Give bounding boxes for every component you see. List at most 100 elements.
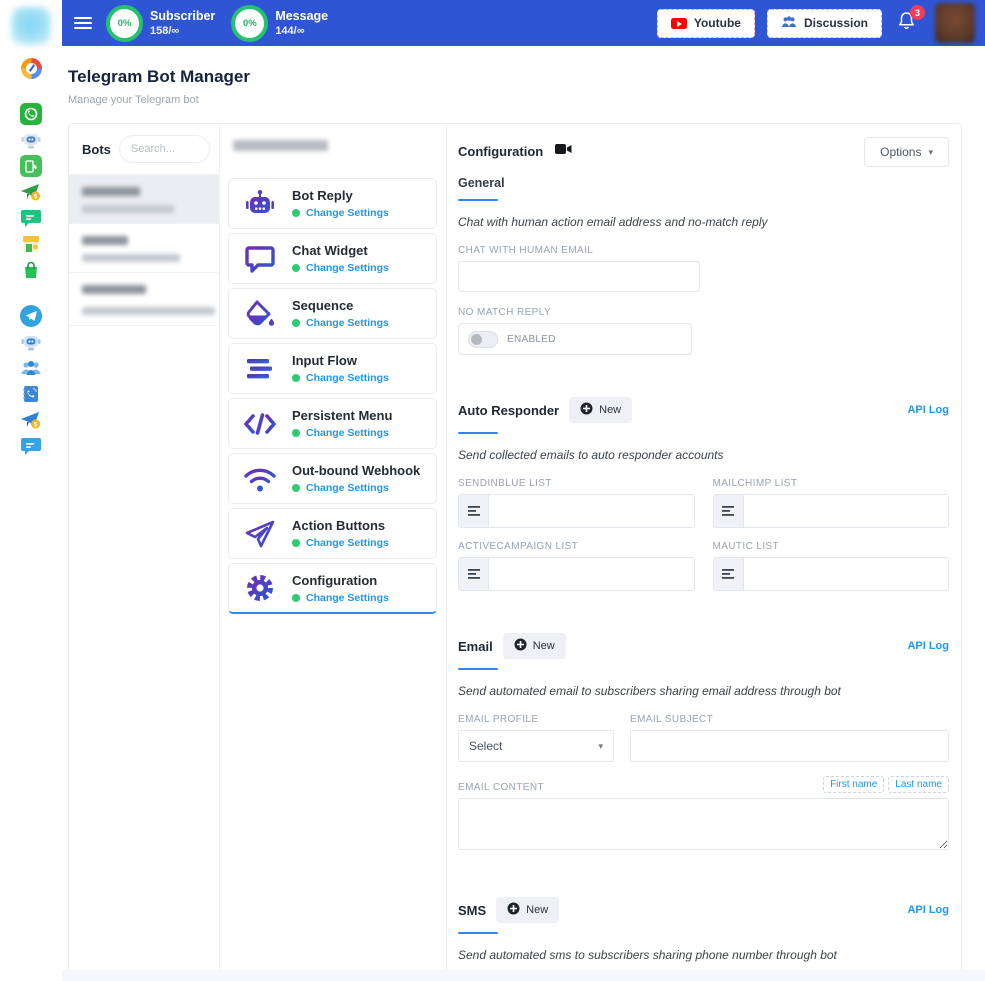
activecampaign-list-label: ACTIVECAMPAIGN LIST xyxy=(458,541,695,552)
auto-responder-description: Send collected emails to auto responder … xyxy=(458,448,949,462)
mailchimp-list-input[interactable] xyxy=(744,495,949,527)
change-settings-link[interactable]: Change Settings xyxy=(306,427,389,439)
menu-item-label: Persistent Menu xyxy=(292,408,392,423)
email-content-label: EMAIL CONTENT xyxy=(458,782,544,793)
options-button[interactable]: Options ▾ xyxy=(864,137,949,167)
change-settings-link[interactable]: Change Settings xyxy=(306,372,389,384)
mautic-list-input[interactable] xyxy=(744,558,949,590)
menu-card-outbound-webhook[interactable]: Out-bound Webhook Change Settings xyxy=(228,453,437,504)
menu-item-label: Sequence xyxy=(292,298,389,313)
telegram-icon[interactable] xyxy=(19,304,43,328)
general-section: General Chat with human action email add… xyxy=(458,176,949,355)
notification-bell-icon[interactable]: 3 xyxy=(898,11,915,35)
list-lines-icon xyxy=(714,495,744,527)
bot-name-redacted xyxy=(82,236,128,245)
page-subtitle: Manage your Telegram bot xyxy=(68,94,962,106)
change-settings-link[interactable]: Change Settings xyxy=(306,317,389,329)
whatsapp-bot-icon[interactable] xyxy=(19,128,43,152)
youtube-button[interactable]: Youtube xyxy=(657,9,755,38)
bot-list-item[interactable] xyxy=(69,174,219,223)
whatsapp-catalog-icon[interactable] xyxy=(19,154,43,178)
plus-circle-icon xyxy=(580,402,593,418)
bot-search-input[interactable] xyxy=(119,135,210,163)
email-content-textarea[interactable] xyxy=(458,798,949,850)
menu-card-persistent-menu[interactable]: Persistent Menu Change Settings xyxy=(228,398,437,449)
shopping-bag-icon[interactable] xyxy=(19,258,43,282)
email-api-log-link[interactable]: API Log xyxy=(907,640,949,652)
change-settings-link[interactable]: Change Settings xyxy=(306,482,389,494)
subscribers-group-icon[interactable] xyxy=(19,356,43,380)
enabled-toggle[interactable] xyxy=(468,331,498,348)
change-settings-link[interactable]: Change Settings xyxy=(306,207,389,219)
auto-responder-new-button[interactable]: New xyxy=(569,397,632,423)
discussion-button[interactable]: Discussion xyxy=(767,9,882,38)
telegram-chat-bubble-icon[interactable] xyxy=(19,434,43,458)
new-button-label: New xyxy=(533,640,555,652)
new-button-label: New xyxy=(599,404,621,416)
menu-card-sequence[interactable]: Sequence Change Settings xyxy=(228,288,437,339)
menu-item-label: Configuration xyxy=(292,573,389,588)
status-dot xyxy=(292,209,300,217)
sms-description: Send automated sms to subscribers sharin… xyxy=(458,948,949,962)
whatsapp-chat-bubble-icon[interactable] xyxy=(19,206,43,230)
enabled-toggle-label: ENABLED xyxy=(507,334,556,345)
chat-with-human-email-label: CHAT WITH HUMAN EMAIL xyxy=(458,245,949,256)
auto-responder-api-log-link[interactable]: API Log xyxy=(907,404,949,416)
tab-active-indicator xyxy=(458,432,498,434)
telegram-broadcast-coin-icon[interactable]: $ xyxy=(19,408,43,432)
menu-toggle-icon[interactable] xyxy=(74,17,92,29)
subscriber-stat-count: 158/∞ xyxy=(150,25,215,37)
email-profile-select[interactable]: Select ▾ xyxy=(458,730,614,762)
list-lines-icon xyxy=(459,495,489,527)
bot-menu-panel: Bot Reply Change Settings Chat Widget Ch… xyxy=(220,124,447,978)
sms-api-log-link[interactable]: API Log xyxy=(907,904,949,916)
menu-header-redacted xyxy=(233,140,328,151)
sms-new-button[interactable]: New xyxy=(496,897,559,923)
whatsapp-icon[interactable] xyxy=(19,102,43,126)
auto-responder-title: Auto Responder xyxy=(458,403,559,418)
telegram-bot-icon[interactable] xyxy=(19,330,43,354)
status-dot xyxy=(292,539,300,547)
paper-plane-icon xyxy=(242,516,278,552)
auto-responder-section: Auto Responder New API Log Send collecte… xyxy=(458,397,949,591)
menu-card-configuration[interactable]: Configuration Change Settings xyxy=(228,563,437,614)
menu-item-label: Chat Widget xyxy=(292,243,389,258)
first-name-chip[interactable]: First name xyxy=(823,776,884,793)
email-subject-input[interactable] xyxy=(630,730,949,762)
new-button-label: New xyxy=(526,904,548,916)
subscriber-progress-ring: 0% xyxy=(106,5,143,42)
email-new-button[interactable]: New xyxy=(503,633,566,659)
user-avatar[interactable] xyxy=(935,3,975,43)
contacts-book-icon[interactable] xyxy=(19,382,43,406)
svg-text:$: $ xyxy=(34,194,38,201)
notification-badge: 3 xyxy=(910,5,925,20)
video-camera-icon[interactable] xyxy=(555,142,572,160)
menu-card-chat-widget[interactable]: Chat Widget Change Settings xyxy=(228,233,437,284)
bot-list-item[interactable] xyxy=(69,272,219,326)
change-settings-link[interactable]: Change Settings xyxy=(306,262,389,274)
menu-item-label: Out-bound Webhook xyxy=(292,463,420,478)
general-tab[interactable]: General xyxy=(458,176,949,190)
last-name-chip[interactable]: Last name xyxy=(888,776,949,793)
change-settings-link[interactable]: Change Settings xyxy=(306,537,389,549)
menu-card-bot-reply[interactable]: Bot Reply Change Settings xyxy=(228,178,437,229)
change-settings-link[interactable]: Change Settings xyxy=(306,592,389,604)
bot-list-item[interactable] xyxy=(69,223,219,272)
menu-card-input-flow[interactable]: Input Flow Change Settings xyxy=(228,343,437,394)
whatsapp-store-icon[interactable] xyxy=(19,232,43,256)
status-dot xyxy=(292,594,300,602)
robot-icon xyxy=(242,186,278,222)
sendinblue-list-input[interactable] xyxy=(489,495,694,527)
email-section: Email New API Log Send automated email t… xyxy=(458,633,949,855)
message-stat: 0% Message 144/∞ xyxy=(231,5,328,42)
activecampaign-list-input[interactable] xyxy=(489,558,694,590)
app-logo[interactable] xyxy=(11,7,51,45)
menu-card-action-buttons[interactable]: Action Buttons Change Settings xyxy=(228,508,437,559)
plus-circle-icon xyxy=(507,902,520,918)
bot-name-redacted xyxy=(82,187,140,196)
whatsapp-broadcast-coin-icon[interactable]: $ xyxy=(19,180,43,204)
subscriber-stat-label: Subscriber xyxy=(150,9,215,25)
chat-with-human-email-input[interactable] xyxy=(458,261,700,292)
dashboard-gauge-icon[interactable] xyxy=(19,56,43,80)
users-icon xyxy=(781,16,797,31)
